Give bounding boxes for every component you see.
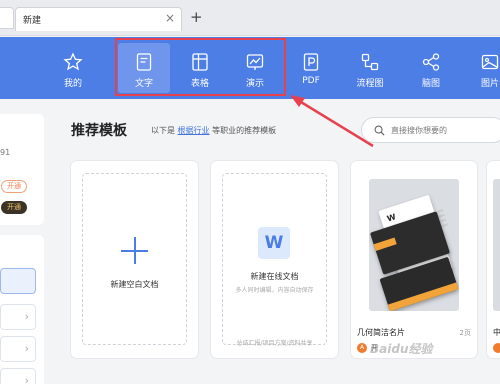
toolbar-label: 流程图 bbox=[356, 79, 384, 89]
plus-icon bbox=[121, 237, 148, 264]
dashed-frame bbox=[222, 173, 327, 345]
industry-link[interactable]: 根据行业 bbox=[178, 126, 210, 135]
search-placeholder: 直接搜你想要的 bbox=[391, 126, 447, 135]
flowchart-icon bbox=[361, 53, 379, 71]
tab-label: 新建 bbox=[23, 16, 42, 26]
add-tab-icon[interactable]: + bbox=[190, 9, 203, 25]
subtitle-prefix: 以下是 bbox=[151, 126, 175, 135]
subtitle-suffix: 等职业的推荐模板 bbox=[212, 126, 277, 135]
tab-new[interactable]: 新建 × bbox=[15, 7, 182, 31]
card-description: 多人同时编辑，内容自动保存 bbox=[235, 287, 314, 294]
template-thumbnail: W bbox=[369, 179, 459, 311]
page-title: 推荐模板 bbox=[71, 123, 127, 139]
toolbar-label: 图片 bbox=[480, 79, 499, 89]
logo-w-icon: W bbox=[385, 212, 397, 224]
chevron-right-icon: › bbox=[24, 310, 29, 323]
template-thumbnail bbox=[493, 179, 500, 311]
writer-w-icon: W bbox=[258, 227, 290, 259]
chevron-right-icon: › bbox=[24, 342, 29, 355]
accent-stripe bbox=[373, 237, 397, 251]
annotation-highlight-box bbox=[115, 38, 286, 96]
vip-badge-icon: A bbox=[357, 343, 367, 353]
new-online-doc-card[interactable]: W 新建在线文档 多人同时编辑，内容自动保存 总结汇报/项目方案/资料共享 bbox=[211, 161, 338, 358]
toolbar-label: 我的 bbox=[63, 79, 82, 89]
toolbar-label: PDF bbox=[302, 76, 320, 86]
open-vip-button[interactable]: 开通 bbox=[1, 201, 27, 214]
sidebar-nav-card: › › › bbox=[0, 235, 44, 384]
toolbar-label: 脑图 bbox=[421, 79, 440, 89]
card-title: 新建空白文档 bbox=[110, 280, 159, 289]
template-card-partial[interactable]: 中 bbox=[487, 161, 500, 358]
card-footer: 总结汇报/项目方案/资料共享 bbox=[236, 340, 313, 347]
open-button[interactable]: 开通 bbox=[1, 180, 27, 193]
accent-stripe bbox=[387, 282, 459, 311]
template-pages: 2页 bbox=[459, 329, 471, 337]
chevron-right-icon: › bbox=[24, 374, 29, 384]
watermark: Baidu经验 bbox=[370, 342, 433, 356]
toolbar-item-image[interactable]: 图片 bbox=[464, 43, 500, 93]
toolbar-item-flowchart[interactable]: 流程图 bbox=[344, 43, 396, 93]
vip-badge-icon bbox=[493, 343, 500, 353]
new-blank-doc-card[interactable]: 新建空白文档 bbox=[71, 161, 198, 358]
sidebar-item[interactable] bbox=[0, 268, 36, 294]
tab-previous[interactable] bbox=[0, 7, 14, 29]
toolbar-item-mine[interactable]: 我的 bbox=[47, 43, 99, 93]
sidebar-item[interactable]: › bbox=[0, 368, 36, 384]
sidebar-number: 91 bbox=[0, 148, 11, 157]
toolbar-item-pdf[interactable]: PDF bbox=[285, 43, 337, 93]
star-icon bbox=[63, 52, 83, 71]
card-title: 新建在线文档 bbox=[250, 272, 299, 281]
sidebar-item[interactable]: › bbox=[0, 304, 36, 330]
template-name: 中 bbox=[493, 328, 500, 337]
mindmap-icon bbox=[422, 53, 440, 71]
image-icon bbox=[481, 54, 499, 70]
recommend-subtitle: 以下是 根据行业 等职业的推荐模板 bbox=[151, 125, 276, 136]
close-icon[interactable]: × bbox=[165, 11, 175, 25]
template-name: 几何简洁名片 bbox=[357, 328, 405, 337]
template-search-input[interactable]: 直接搜你想要的 bbox=[361, 117, 500, 143]
search-icon bbox=[374, 125, 385, 136]
toolbar-item-mindmap[interactable]: 脑图 bbox=[405, 43, 457, 93]
tab-bar: 新建 × + bbox=[0, 0, 500, 36]
pdf-icon bbox=[303, 53, 319, 71]
template-card[interactable]: W 几何简洁名片 2页 A 开 bbox=[351, 161, 477, 358]
sidebar-account-card: 91 开通 开通 bbox=[0, 114, 44, 225]
sidebar-item[interactable]: › bbox=[0, 336, 36, 362]
